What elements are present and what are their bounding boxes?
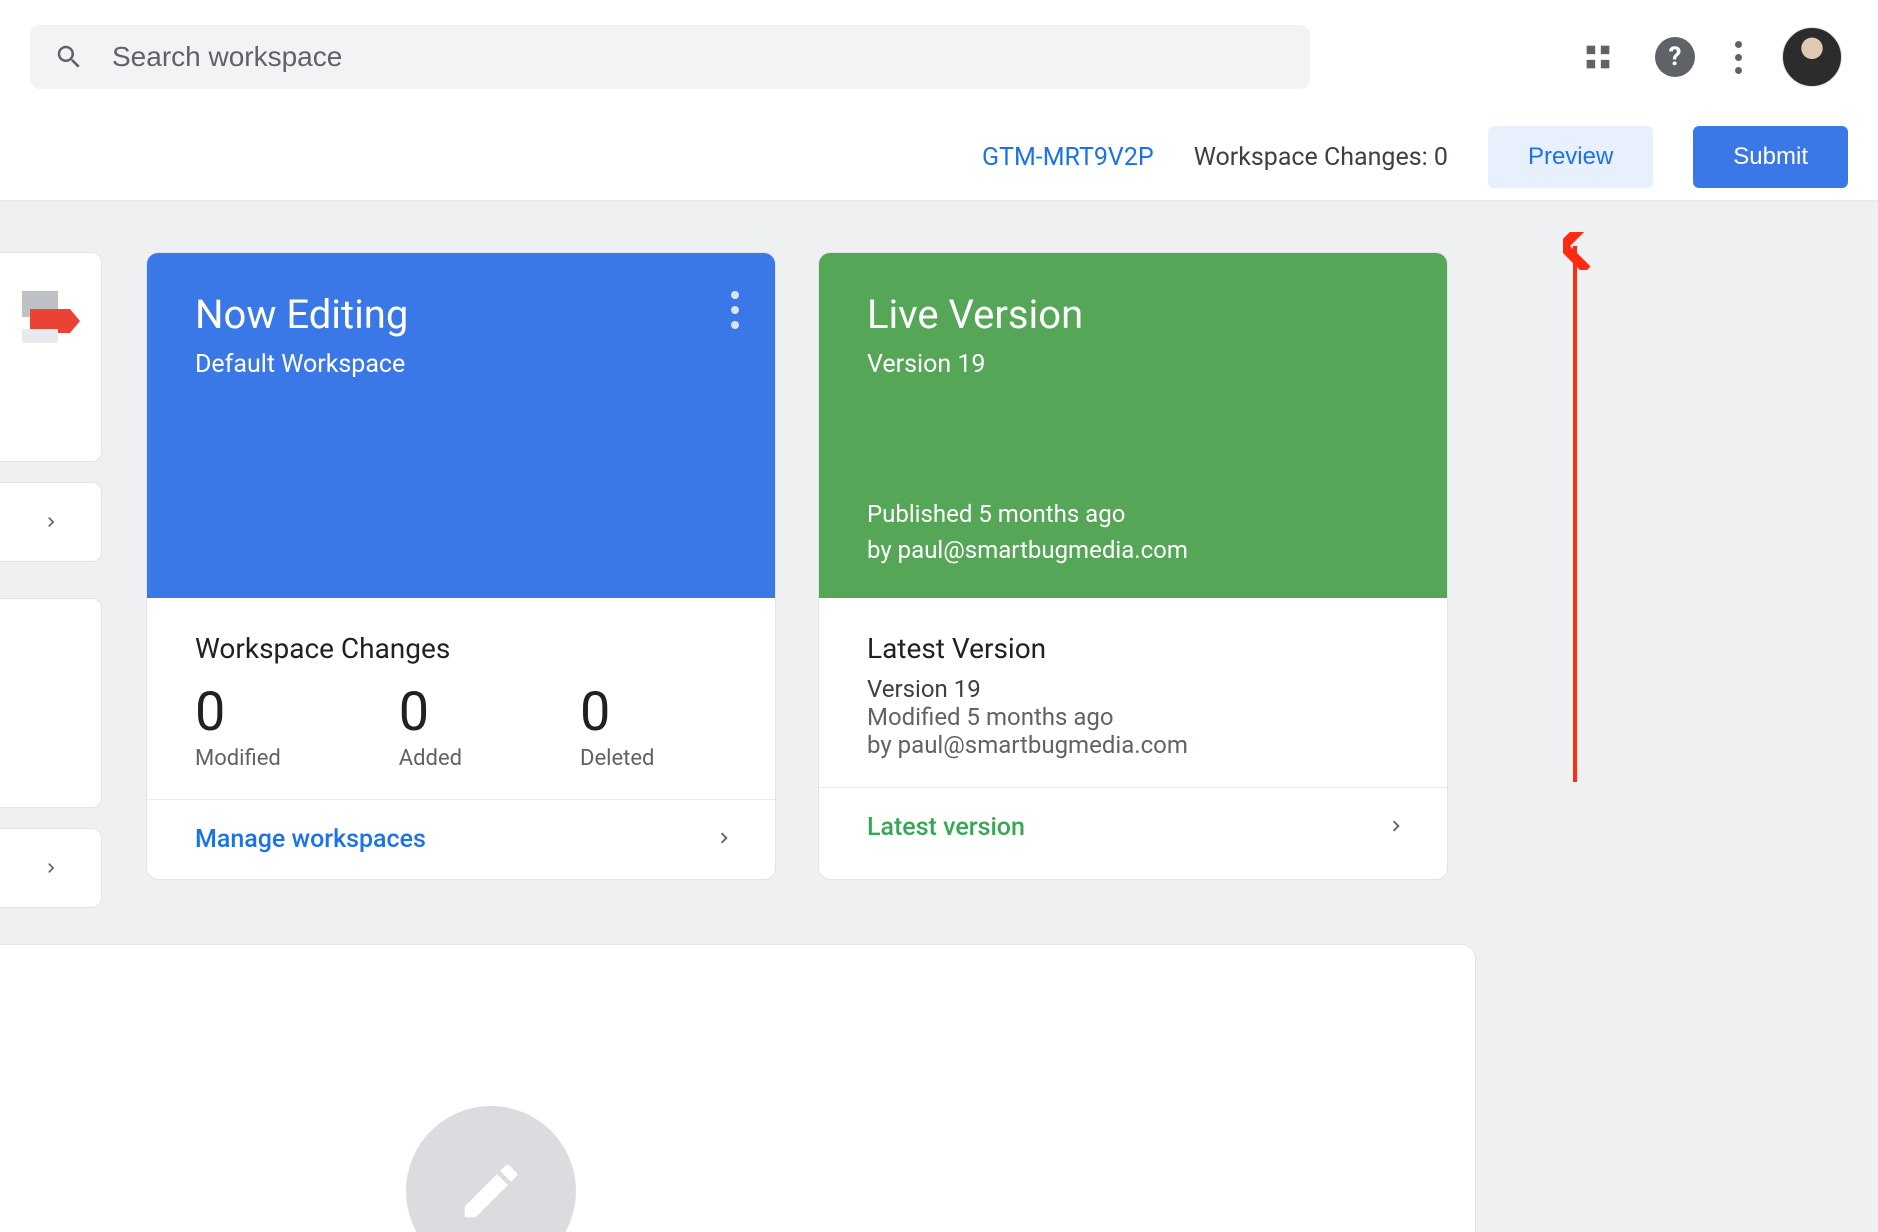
latest-by: by paul@smartbugmedia.com (867, 731, 1399, 759)
now-editing-menu-icon[interactable] (731, 291, 739, 329)
pencil-icon (456, 1156, 526, 1226)
added-stat: 0 Added (399, 681, 462, 771)
chevron-right-icon (1385, 815, 1407, 841)
avatar[interactable] (1782, 27, 1842, 87)
preview-button[interactable]: Preview (1488, 126, 1653, 188)
action-bar: GTM-MRT9V2P Workspace Changes: 0 Preview… (0, 114, 1878, 202)
manage-workspaces-link[interactable]: Manage workspaces (147, 799, 775, 879)
latest-version-label: Latest version (867, 813, 1025, 842)
now-editing-title: Now Editing (195, 291, 727, 338)
latest-modified: Modified 5 months ago (867, 703, 1399, 731)
overflow-menu-icon[interactable] (1735, 41, 1742, 74)
modified-count: 0 (195, 681, 281, 744)
chevron-right-icon (41, 512, 61, 532)
published-line: Published 5 months ago (867, 496, 1399, 532)
now-editing-header: Now Editing Default Workspace (147, 253, 775, 598)
live-version-header: Live Version Version 19 Published 5 mont… (819, 253, 1447, 598)
help-icon[interactable]: ? (1655, 37, 1695, 77)
search-icon (54, 42, 84, 72)
added-count: 0 (399, 681, 462, 744)
sidebar-expand-fragment-2[interactable] (0, 828, 102, 908)
sidebar-expand-fragment[interactable] (0, 482, 102, 562)
added-label: Added (399, 746, 462, 771)
workspace-changes-heading: Workspace Changes (195, 632, 727, 665)
sidebar-card-fragment-2[interactable] (0, 598, 102, 808)
now-editing-body: Workspace Changes 0 Modified 0 Added 0 D… (147, 598, 775, 799)
live-version-body: Latest Version Version 19 Modified 5 mon… (819, 598, 1447, 787)
top-bar: ? (0, 0, 1878, 114)
latest-version-heading: Latest Version (867, 632, 1399, 665)
deleted-label: Deleted (580, 746, 654, 771)
now-editing-subtitle: Default Workspace (195, 350, 727, 379)
manage-workspaces-label: Manage workspaces (195, 825, 426, 854)
latest-version-link[interactable]: Latest version (819, 787, 1447, 867)
container-id-link[interactable]: GTM-MRT9V2P (982, 143, 1154, 172)
deleted-stat: 0 Deleted (580, 681, 654, 771)
deleted-count: 0 (580, 681, 654, 744)
content-card-fragment (0, 944, 1476, 1232)
workspace-changes-count: Workspace Changes: 0 (1194, 143, 1448, 172)
chevron-right-icon (41, 858, 61, 878)
latest-version-number: Version 19 (867, 675, 1399, 703)
now-editing-card: Now Editing Default Workspace Workspace … (146, 252, 776, 880)
search-box[interactable] (30, 25, 1310, 89)
chevron-right-icon (713, 827, 735, 853)
search-input[interactable] (112, 41, 1286, 73)
published-by: by paul@smartbugmedia.com (867, 532, 1399, 568)
header-actions: ? (1581, 27, 1842, 87)
live-version-title: Live Version (867, 291, 1399, 338)
live-version-subtitle: Version 19 (867, 350, 1399, 379)
live-version-card: Live Version Version 19 Published 5 mont… (818, 252, 1448, 880)
tag-icon (22, 283, 80, 343)
modified-label: Modified (195, 746, 281, 771)
apps-icon[interactable] (1581, 40, 1615, 74)
submit-button[interactable]: Submit (1693, 126, 1848, 188)
modified-stat: 0 Modified (195, 681, 281, 771)
overview-body: Now Editing Default Workspace Workspace … (0, 202, 1878, 1232)
sidebar-card-fragment[interactable] (0, 252, 102, 462)
